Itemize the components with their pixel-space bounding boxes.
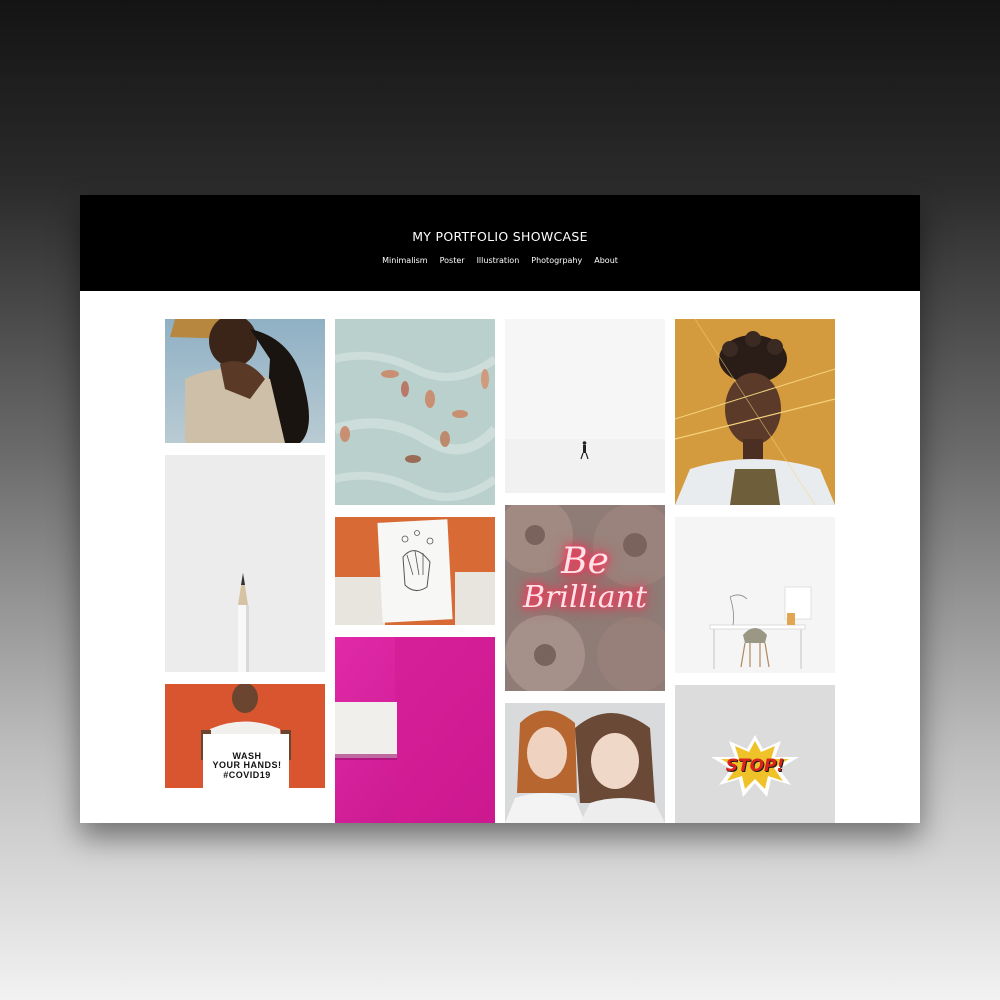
woman-hat-image <box>165 319 325 443</box>
nav-link-about[interactable]: About <box>594 256 618 265</box>
gallery-tile-pencil[interactable] <box>165 455 325 672</box>
hands-drawing-image <box>335 517 495 625</box>
browser-window: MY PORTFOLIO SHOWCASE Minimalism Poster … <box>80 195 920 823</box>
sign-text: WASH YOUR HANDS! #COVID19 <box>205 751 289 780</box>
site-title: MY PORTFOLIO SHOWCASE <box>412 229 588 244</box>
portfolio-gallery: WASH YOUR HANDS! #COVID19 Be Brilliant S… <box>80 291 920 823</box>
gallery-tile-stop-sticker[interactable]: STOP! <box>675 685 835 823</box>
two-women-image <box>505 703 665 823</box>
gallery-tile-magenta[interactable] <box>335 637 495 823</box>
gallery-tile-woman-hat[interactable] <box>165 319 325 443</box>
nav-link-minimalism[interactable]: Minimalism <box>382 256 428 265</box>
site-header: MY PORTFOLIO SHOWCASE Minimalism Poster … <box>80 195 920 291</box>
pencil-image <box>165 455 325 672</box>
nav-link-photography[interactable]: Photogrpahy <box>531 256 582 265</box>
gallery-tile-swimmers[interactable] <box>335 319 495 505</box>
stop-sticker-text: STOP! <box>725 756 785 776</box>
gallery-tile-portrait-strings[interactable] <box>675 319 835 505</box>
gallery-tile-wash-hands[interactable]: WASH YOUR HANDS! #COVID19 <box>165 684 325 788</box>
minimal-desk-image <box>675 517 835 673</box>
neon-line-2: Brilliant <box>522 580 648 615</box>
gallery-tile-desk[interactable] <box>675 517 835 673</box>
swimmers-image <box>335 319 495 505</box>
neon-line-1: Be <box>561 541 609 582</box>
nav-link-illustration[interactable]: Illustration <box>477 256 520 265</box>
neon-text: Be Brilliant <box>505 543 665 615</box>
stop-sticker-image <box>675 685 835 823</box>
magenta-paper-image <box>335 637 495 823</box>
gallery-tile-neon[interactable]: Be Brilliant <box>505 505 665 691</box>
sign-line-3: #COVID19 <box>223 769 271 780</box>
portrait-image <box>675 319 835 505</box>
gallery-tile-two-women[interactable] <box>505 703 665 823</box>
lone-figure-image <box>505 319 665 493</box>
gallery-tile-hands-drawing[interactable] <box>335 517 495 625</box>
gallery-tile-lone-figure[interactable] <box>505 319 665 493</box>
nav-link-poster[interactable]: Poster <box>440 256 465 265</box>
main-nav: Minimalism Poster Illustration Photogrpa… <box>80 256 920 265</box>
